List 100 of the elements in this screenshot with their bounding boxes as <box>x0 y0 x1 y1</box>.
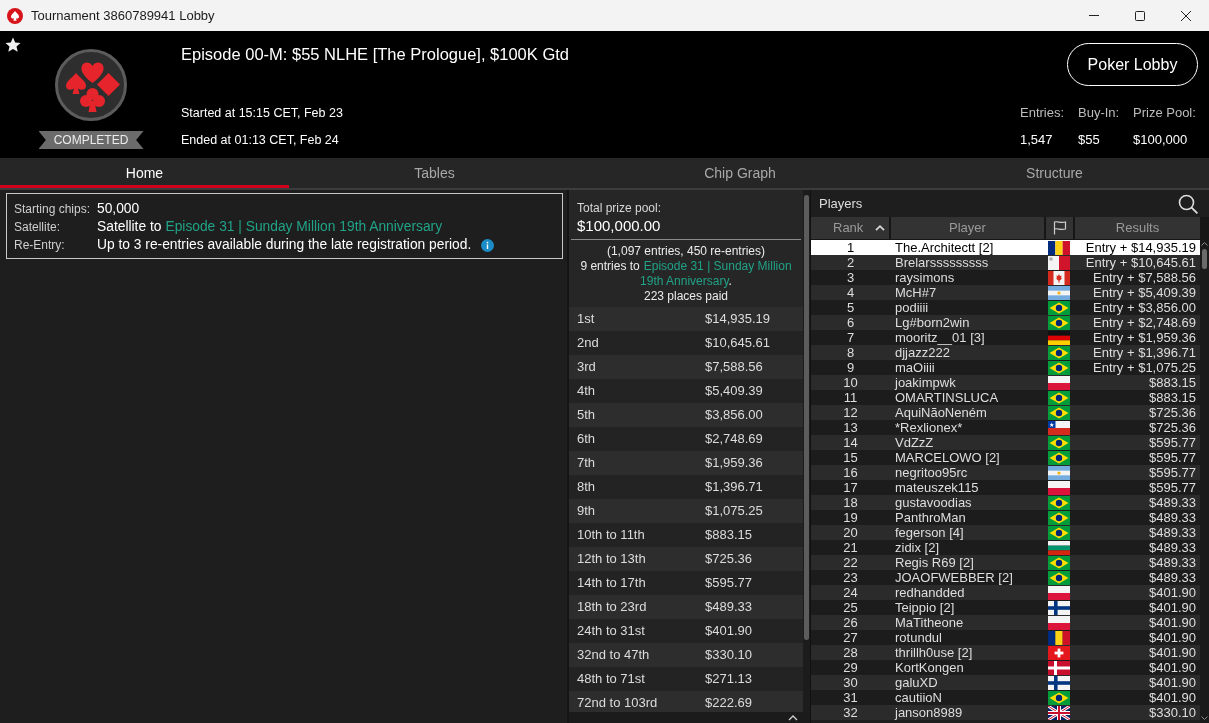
player-row[interactable]: 4 McH#7 Entry + $5,409.39 <box>811 285 1200 300</box>
rank-cell-text: 32 <box>842 705 859 720</box>
rank-column-header[interactable]: Rank <box>811 217 889 239</box>
scrollbar-thumb[interactable] <box>804 195 809 640</box>
flag-icon <box>1048 615 1070 630</box>
player-name: *Rexlionex* <box>894 420 964 435</box>
tab[interactable]: Tables <box>289 158 580 188</box>
player-name: mooritz__01 [3] <box>894 330 986 345</box>
flag-icon <box>1048 675 1070 690</box>
scroll-down-icon[interactable] <box>1201 716 1208 720</box>
rank-cell-text: 21 <box>842 540 859 555</box>
rank-cell-text: 16 <box>842 465 859 480</box>
player-row[interactable]: 18 gustavoodias $489.33 <box>811 495 1200 510</box>
player-row[interactable]: 22 Regis R69 [2] $489.33 <box>811 555 1200 570</box>
flag-icon <box>1048 480 1070 495</box>
scroll-up-icon[interactable] <box>1201 242 1208 246</box>
satellite-link[interactable]: 19th Anniversary <box>640 274 729 288</box>
result-cell-text: Entry + $1,959.36 <box>1092 330 1197 345</box>
chevron-up-icon[interactable] <box>788 714 798 721</box>
result-cell-text: Entry + $3,856.00 <box>1092 300 1197 315</box>
amount-cell-text: $222.69 <box>705 694 753 712</box>
player-row[interactable]: 24 redhandded $401.90 <box>811 585 1200 600</box>
amount-cell-text: $2,748.69 <box>705 430 764 449</box>
flag-icon <box>1048 405 1070 420</box>
result-cell-text: $401.90 <box>1148 690 1197 705</box>
player-row[interactable]: 26 MaTitheone $401.90 <box>811 615 1200 630</box>
amount-cell-text: $271.13 <box>705 670 753 689</box>
player-row[interactable]: 2 Brelarsssssssss Entry + $10,645.61 <box>811 255 1200 270</box>
rank-cell-text: 5 <box>845 300 856 315</box>
result-cell-text: $401.90 <box>1148 675 1197 690</box>
result-cell-text: $595.77 <box>1148 435 1197 450</box>
place-cell-text: 2nd <box>577 334 600 353</box>
entries-note: (1,097 entries, 450 re-entries) <box>606 244 766 259</box>
player-name: The.Architectt [2] <box>894 240 995 255</box>
flag-icon <box>1048 540 1070 555</box>
player-row[interactable]: 16 negritoo95rc $595.77 <box>811 465 1200 480</box>
rank-cell-text: 12 <box>842 405 859 420</box>
info-icon[interactable] <box>481 238 495 252</box>
result-cell-text: Entry + $1,396.71 <box>1092 345 1197 360</box>
player-row[interactable]: 28 thrillh0use [2] $401.90 <box>811 645 1200 660</box>
flag-icon <box>1048 420 1070 435</box>
player-row[interactable]: 10 joakimpwk $883.15 <box>811 375 1200 390</box>
satellite-link[interactable]: Episode 31 | Sunday Million 19th Anniversary <box>165 219 443 234</box>
tournament-title: Episode 00-M: $55 NLHE [The Prologue], $100K Gtd <box>181 44 569 65</box>
player-name: Brelarsssssssss <box>894 255 990 270</box>
detail-value: Satellite to Episode 31 | Sunday Million 19th Anniversary <box>97 218 443 236</box>
rank-cell-text: 26 <box>842 615 859 630</box>
result-cell-text: $330.10 <box>1148 705 1197 720</box>
rank-cell-text: 22 <box>842 555 859 570</box>
player-row[interactable]: 20 fegerson [4] $489.33 <box>811 525 1200 540</box>
search-icon[interactable] <box>1178 193 1198 214</box>
stat-label: Entries: <box>1020 104 1066 122</box>
player-row[interactable]: 1 The.Architectt [2] Entry + $14,935.19 <box>811 240 1200 255</box>
result-cell-text: Entry + $5,409.39 <box>1092 285 1197 300</box>
end-time: Ended at 01:13 CET, Feb 24 <box>181 132 340 149</box>
flag-column-header[interactable] <box>1046 217 1073 239</box>
flag-icon <box>1048 450 1070 465</box>
rank-cell-text: 3 <box>845 270 856 285</box>
result-cell-text: $725.36 <box>1148 405 1197 420</box>
player-row[interactable]: 14 VdZzZ $595.77 <box>811 435 1200 450</box>
scrollbar-thumb[interactable] <box>1202 249 1207 269</box>
flag-icon <box>1048 660 1070 675</box>
suits-logo-icon <box>55 49 127 121</box>
flag-icon <box>1048 240 1070 255</box>
scrollbar[interactable] <box>1200 240 1209 723</box>
satellite-link[interactable]: Episode 31 | Sunday Million <box>643 259 792 273</box>
detail-label: Starting chips: <box>14 201 92 218</box>
player-row[interactable]: 30 galuXD $401.90 <box>811 675 1200 690</box>
player-row[interactable]: 6 Lg#born2win Entry + $2,748.69 <box>811 315 1200 330</box>
flag-icon <box>1048 390 1070 405</box>
results-column-header[interactable]: Results <box>1075 217 1200 239</box>
flag-icon <box>1048 285 1070 300</box>
scrollbar[interactable] <box>803 190 810 712</box>
player-name: mateuszek115 <box>894 480 980 495</box>
player-row[interactable]: 8 djjazz222 Entry + $1,396.71 <box>811 345 1200 360</box>
flag-icon <box>1048 255 1070 270</box>
start-time: Started at 15:15 CET, Feb 23 <box>181 105 344 122</box>
place-cell-text: 12th to 13th <box>577 550 647 569</box>
amount-cell-text: $595.77 <box>705 574 753 593</box>
player-row[interactable]: 32 janson8989 $330.10 <box>811 705 1200 720</box>
rank-cell-text: 18 <box>842 495 859 510</box>
place-cell-text: 8th <box>577 478 597 497</box>
prize-pool-amount: $100,000.00 <box>577 216 662 236</box>
result-cell-text: Entry + $7,588.56 <box>1092 270 1197 285</box>
tab[interactable]: Chip Graph <box>580 158 900 188</box>
player-column-header[interactable]: Player <box>891 217 1044 239</box>
star-icon[interactable] <box>5 37 21 53</box>
sort-caret-icon[interactable] <box>875 225 886 231</box>
place-cell-text: 7th <box>577 454 597 473</box>
player-name: joakimpwk <box>893 375 957 390</box>
amount-cell-text: $3,856.00 <box>705 406 764 425</box>
place-cell-text: 9th <box>577 502 597 521</box>
panel-title: Players <box>819 194 863 213</box>
result-cell-text: $489.33 <box>1148 555 1197 570</box>
flag-icon <box>1048 345 1070 360</box>
player-row[interactable]: 12 AquiNãoNeném $725.36 <box>811 405 1200 420</box>
player-name: redhandded <box>894 585 966 600</box>
result-cell-text: $489.33 <box>1148 525 1197 540</box>
player-name: AquiNãoNeném <box>894 405 988 420</box>
tab[interactable]: Structure <box>900 158 1209 188</box>
